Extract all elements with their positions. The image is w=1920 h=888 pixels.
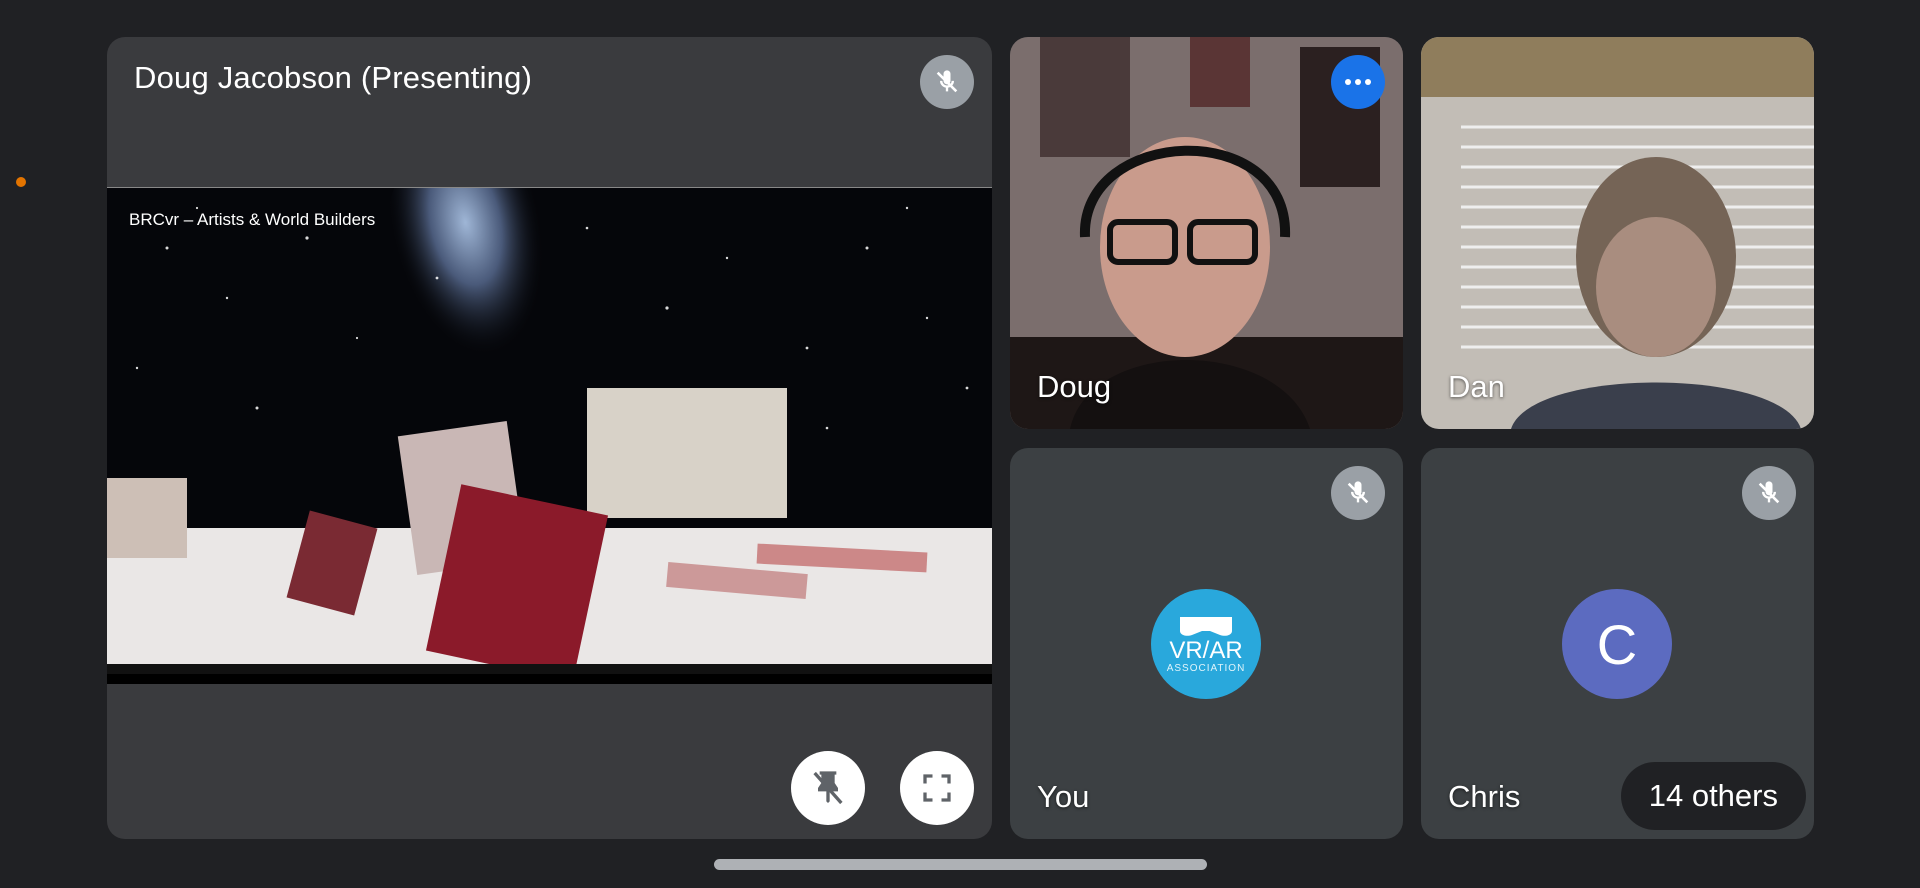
avatar: VR/AR ASSOCIATION	[1151, 589, 1261, 699]
more-horizontal-icon	[1345, 79, 1371, 85]
participant-tile-doug[interactable]: Doug	[1010, 37, 1403, 429]
participant-name: Doug	[1037, 369, 1112, 404]
mic-off-glyph	[1758, 481, 1780, 504]
participant-name: Chris	[1448, 779, 1521, 814]
mic-off-glyph	[936, 70, 958, 93]
participant-tile-dan[interactable]: Dan	[1421, 37, 1814, 429]
avatar-text: VR/AR	[1169, 637, 1243, 664]
participant-tile-you[interactable]: VR/AR ASSOCIATION You	[1010, 448, 1403, 839]
screen-caption: BRCvr – Artists & World Builders	[129, 210, 376, 229]
shared-screen: BRCvr – Artists & World Builders	[107, 121, 992, 684]
unpin-button[interactable]	[791, 751, 865, 825]
participant-name: Dan	[1448, 369, 1505, 404]
others-count-button[interactable]: 14 others	[1620, 762, 1806, 830]
presenter-title: Doug Jacobson (Presenting)	[134, 60, 533, 95]
mic-off-glyph	[1347, 481, 1369, 504]
vr-headset-icon	[1180, 617, 1232, 636]
more-options-button[interactable]	[1331, 55, 1385, 109]
participant-tile-chris[interactable]: C Chris 14 others	[1421, 448, 1814, 839]
fullscreen-button[interactable]	[900, 751, 974, 825]
mic-off-icon	[1331, 466, 1385, 520]
presenter-tile[interactable]: Doug Jacobson (Presenting) BRCvr – Artis…	[107, 37, 992, 839]
mic-off-icon	[920, 55, 974, 109]
avatar: C	[1562, 589, 1672, 699]
unpin-icon	[813, 771, 843, 805]
participant-name: You	[1037, 779, 1090, 814]
avatar-subtext: ASSOCIATION	[1166, 663, 1246, 674]
shared-screen-image	[107, 121, 992, 682]
home-indicator[interactable]	[714, 859, 1207, 870]
fullscreen-icon	[923, 774, 951, 802]
mic-off-icon	[1742, 466, 1796, 520]
status-dot	[16, 177, 26, 187]
